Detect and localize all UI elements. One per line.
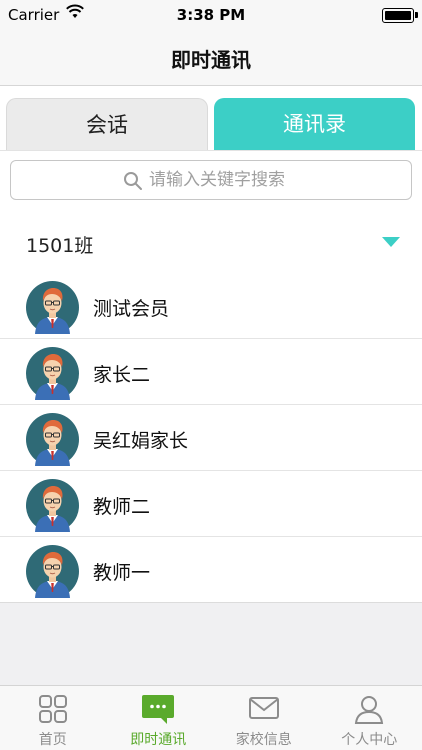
avatar <box>26 545 79 598</box>
search-bar <box>0 150 422 212</box>
tab-school-info-label: 家校信息 <box>235 732 292 748</box>
chevron-down-icon <box>382 237 400 247</box>
contact-name: 教师二 <box>93 496 151 518</box>
avatar <box>26 347 79 400</box>
contact-name: 家长二 <box>93 364 151 386</box>
status-bar: Carrier 3:38 PM <box>0 0 422 30</box>
clock: 3:38 PM <box>176 6 246 24</box>
tab-instant-messaging[interactable]: 即时通讯 <box>106 686 212 750</box>
tab-conversations[interactable]: 会话 <box>6 98 208 150</box>
avatar <box>26 413 79 466</box>
contact-name: 测试会员 <box>93 298 170 320</box>
envelope-icon <box>248 697 279 719</box>
contact-row[interactable]: 家长二 <box>0 339 422 405</box>
tab-profile[interactable]: 个人中心 <box>317 686 422 750</box>
segment-control: 会话 通讯录 <box>0 86 422 150</box>
search-icon <box>124 172 142 190</box>
contact-row[interactable]: 教师一 <box>0 537 422 602</box>
search-input[interactable] <box>149 161 399 199</box>
avatar <box>26 479 79 532</box>
contact-row[interactable]: 测试会员 <box>0 273 422 339</box>
group-title: 1501班 <box>26 235 94 257</box>
person-icon <box>355 696 384 724</box>
tab-school-info[interactable]: 家校信息 <box>211 686 317 750</box>
contact-list: 测试会员家长二吴红娟家长教师二教师一 <box>0 273 422 603</box>
contact-row[interactable]: 教师二 <box>0 471 422 537</box>
contact-name: 吴红娟家长 <box>93 430 189 452</box>
contact-row[interactable]: 吴红娟家长 <box>0 405 422 471</box>
group-header[interactable]: 1501班 <box>0 211 422 273</box>
search-box[interactable] <box>10 160 412 200</box>
tab-instant-messaging-label: 即时通讯 <box>130 732 187 748</box>
contact-name: 教师一 <box>93 562 151 584</box>
avatar <box>26 281 79 334</box>
grid-icon <box>38 695 67 723</box>
tab-profile-label: 个人中心 <box>341 732 398 748</box>
battery-icon <box>382 8 418 23</box>
page-title: 即时通讯 <box>171 48 251 72</box>
avatar-icon <box>26 479 79 532</box>
tab-home-label: 首页 <box>38 732 67 748</box>
avatar-icon <box>26 545 79 598</box>
avatar-icon <box>26 347 79 400</box>
navigation-bar: 即时通讯 <box>0 30 422 86</box>
chat-bubble-icon <box>142 695 175 724</box>
tab-contacts[interactable]: 通讯录 <box>214 98 415 150</box>
tab-bar: 首页 即时通讯 家校信息 个人中心 <box>0 685 422 750</box>
avatar-icon <box>26 413 79 466</box>
tab-home[interactable]: 首页 <box>0 686 106 750</box>
avatar-icon <box>26 281 79 334</box>
